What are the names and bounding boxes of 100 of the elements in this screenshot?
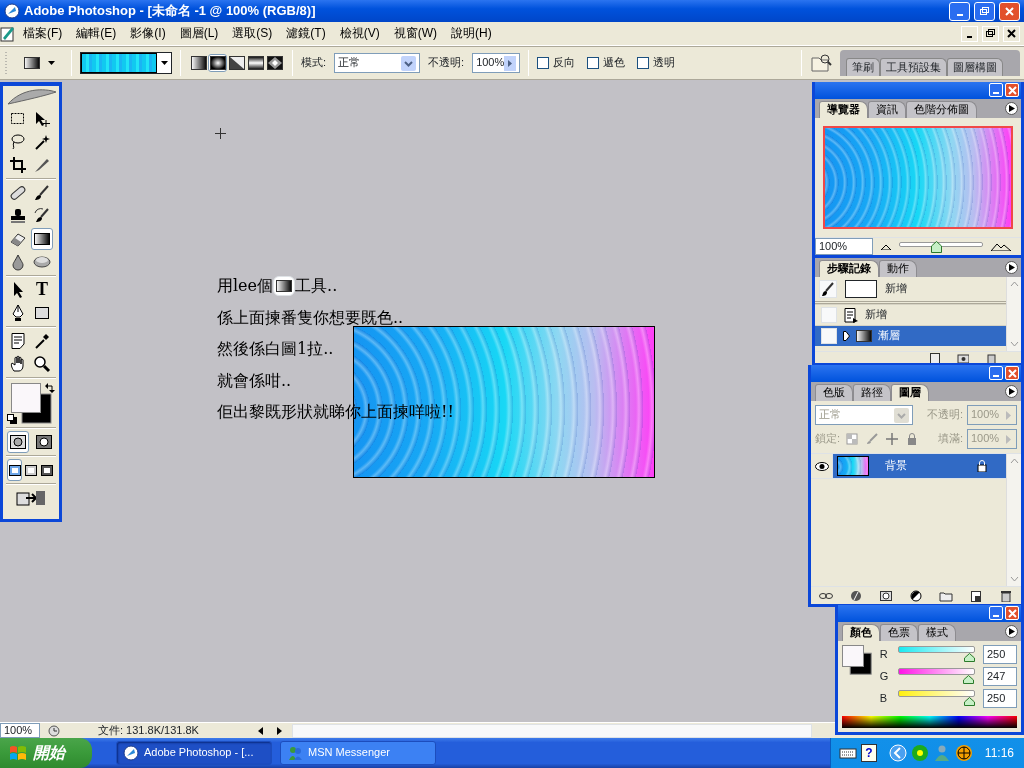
chevron-left-icon[interactable] [888,744,907,762]
camera-icon[interactable] [957,352,969,363]
menu-item[interactable]: 說明(H) [444,26,499,41]
opacity-field[interactable]: 100% [472,53,521,73]
gradient-icon [24,57,40,69]
close-icon [1007,85,1017,95]
help-icon[interactable]: ? [860,744,877,762]
left-arrow-icon[interactable] [256,724,266,737]
gradient-type-button[interactable] [246,54,265,72]
menu-item[interactable]: 影像(I) [123,26,173,41]
gradient-picker[interactable] [80,52,172,74]
color-spectrum[interactable] [842,716,1017,728]
mask-mode-button[interactable] [7,431,29,453]
move-cross-icon[interactable] [886,433,899,445]
panel-tab[interactable]: 動作 [879,259,917,277]
zoom-field[interactable]: 100% [815,238,873,255]
minimize-button[interactable] [961,25,978,42]
caret-icon [48,61,55,65]
color-swatches-icon[interactable] [842,645,872,675]
crop-icon [9,156,27,174]
taskbar-button[interactable]: MSN Messenger [280,741,436,765]
gradient-type-button[interactable] [208,54,227,72]
maximize-button[interactable] [974,1,995,21]
horizontal-scrollbar[interactable] [292,723,812,738]
color-slider[interactable] [897,690,975,707]
type-tool-button[interactable]: T [31,279,53,301]
panel-menu-button[interactable] [1005,625,1018,638]
menu-item[interactable]: 編輯(E) [69,26,124,41]
gradient-type-button[interactable] [227,54,246,72]
trash-icon[interactable] [999,589,1013,602]
screen-mode-button[interactable] [7,459,23,481]
menu-item[interactable]: 檢視(V) [332,26,387,41]
color-slider[interactable] [897,646,975,663]
panel-tab[interactable]: 樣式 [918,623,956,641]
history-item[interactable]: 漸層 [815,325,1006,346]
slider-thumb[interactable] [930,240,942,253]
snapshot-label[interactable]: 新增 [885,282,907,296]
channel-value-field[interactable]: 247 [983,667,1017,686]
scrollbar[interactable] [1006,454,1021,586]
palette-well-tab[interactable]: 圖層構圖 [947,57,1003,76]
folder-icon[interactable] [939,589,953,602]
checkbox-label: 透明 [653,56,676,70]
panel-menu-button[interactable] [1005,102,1018,115]
gradient-tool-icon [273,276,296,296]
padlock-icon[interactable] [906,433,919,445]
history-source-box[interactable] [819,280,837,298]
snapshot-thumbnail [845,280,877,298]
menu-item[interactable]: 視窗(W) [386,26,444,41]
opacity-label: 不透明: [428,56,465,70]
close-button[interactable] [1003,25,1020,42]
file-browser-button[interactable] [810,52,832,74]
palette-well-tab[interactable]: 筆刷 [846,57,880,76]
checkbox-label: 遞色 [603,56,626,70]
gradient-type-button[interactable] [189,54,208,72]
checkbox[interactable] [637,57,650,69]
scrollbar[interactable] [1006,277,1021,351]
channel-value-field[interactable]: 250 [983,689,1017,708]
menu-item[interactable]: 濾鏡(T) [279,26,333,41]
tool-button[interactable] [31,353,53,375]
half-circle-icon[interactable] [909,589,923,602]
right-arrow-icon[interactable] [274,724,284,737]
menu-item[interactable]: 圖層(L) [172,26,226,41]
new-layer-icon[interactable] [969,589,983,602]
minimize-icon [956,14,963,16]
new-document-icon[interactable] [929,352,941,363]
taskbar-button[interactable]: Adobe Photoshop - [... [116,741,272,765]
color-slider[interactable] [897,668,975,685]
panel-tab[interactable]: 色階分佈圖 [906,100,977,118]
globe-icon[interactable] [954,744,973,762]
panel-tab[interactable]: 色票 [880,623,918,641]
menu-item[interactable]: 選取(S) [225,26,280,41]
mode-select[interactable]: 正常 [334,53,421,73]
panel-tab[interactable]: 步驟記錄 [819,259,879,277]
default-colors-icon [7,414,17,424]
gradient-type-button[interactable] [265,54,284,72]
palette-well-tab[interactable]: 工具預設集 [880,57,947,76]
flower-icon[interactable] [910,744,929,762]
checkbox[interactable] [537,57,550,69]
eye-icon [814,461,829,471]
panel-menu-button[interactable] [1005,385,1018,398]
start-button[interactable]: 開始 [0,738,92,768]
zoom-slider[interactable] [899,239,983,254]
window-icon [25,464,37,476]
panel-menu-button[interactable] [1005,261,1018,274]
panel-tab[interactable]: 顏色 [842,623,880,641]
panel-tab[interactable]: 導覽器 [819,100,868,118]
panel-tab[interactable]: 資訊 [868,100,906,118]
tool-button[interactable] [31,228,53,250]
color-swatches-icon[interactable] [11,383,52,424]
diamond-gradient-icon [266,56,283,70]
tool-button[interactable] [7,154,29,176]
clock-icon[interactable] [48,724,60,737]
zoom-field[interactable]: 100% [0,723,40,738]
channel-value-field[interactable]: 250 [983,645,1017,664]
checkbox[interactable] [587,57,600,69]
layer-style-icon[interactable] [849,589,863,602]
restore-button[interactable] [982,25,999,42]
menu-item[interactable]: 檔案(F) [16,26,70,41]
close-icon [1005,27,1018,40]
mask-icon[interactable] [879,589,893,602]
